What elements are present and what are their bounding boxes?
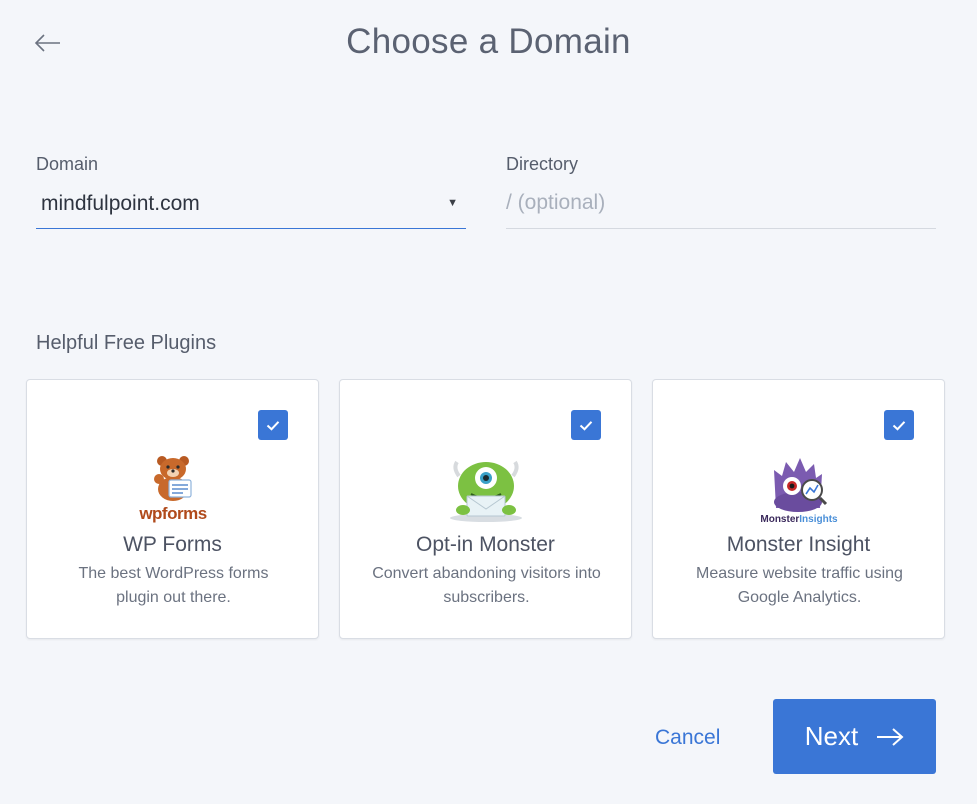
next-button[interactable]: Next: [773, 699, 936, 774]
plugin-description: The best WordPress forms plugin out ther…: [78, 565, 269, 606]
plugin-card-wpforms[interactable]: wpforms WP Forms The best WordPress form…: [26, 379, 319, 639]
domain-select[interactable]: mindfulpoint.com ▼: [36, 184, 466, 229]
page-title: Choose a Domain: [346, 22, 631, 61]
monsterinsights-logo-text-2: Insights: [799, 514, 838, 525]
checkmark-icon: [892, 420, 906, 431]
plugin-card-monsterinsights[interactable]: MonsterInsights Monster Insight Measure …: [652, 379, 945, 639]
cancel-button[interactable]: Cancel: [655, 726, 720, 750]
plugins-heading: Helpful Free Plugins: [36, 332, 217, 354]
plugin-checkbox-optinmonster[interactable]: [571, 410, 601, 440]
arrow-right-icon: [877, 727, 904, 746]
monsterinsights-logo: MonsterInsights: [653, 452, 944, 526]
wpforms-logo: wpforms: [27, 452, 318, 526]
checkmark-icon: [579, 420, 593, 431]
plugin-name: Opt-in Monster: [416, 533, 555, 556]
domain-selected-value: mindfulpoint.com: [41, 192, 200, 215]
checkmark-icon: [266, 420, 280, 431]
domain-label: Domain: [36, 154, 99, 174]
optinmonster-logo: [340, 452, 631, 526]
choose-domain-page: Choose a Domain Domain mindfulpoint.com …: [0, 0, 977, 804]
next-button-label: Next: [804, 721, 859, 751]
caret-down-icon: ▼: [447, 197, 458, 209]
plugin-checkbox-wpforms[interactable]: [258, 410, 288, 440]
plugin-description: Measure website traffic using Google Ana…: [696, 565, 903, 606]
monsterinsights-logo-text-1: Monster: [760, 514, 799, 525]
wpforms-logo-text: wpforms: [138, 504, 206, 523]
plugin-description: Convert abandoning visitors into subscri…: [372, 565, 601, 606]
svg-text:MonsterInsights: MonsterInsights: [760, 514, 838, 525]
plugin-checkbox-monsterinsights[interactable]: [884, 410, 914, 440]
directory-input[interactable]: [506, 184, 936, 229]
plugin-card-optinmonster[interactable]: Opt-in Monster Convert abandoning visito…: [339, 379, 632, 639]
plugin-name: WP Forms: [123, 533, 222, 556]
plugin-name: Monster Insight: [726, 533, 871, 556]
directory-label: Directory: [506, 154, 579, 174]
